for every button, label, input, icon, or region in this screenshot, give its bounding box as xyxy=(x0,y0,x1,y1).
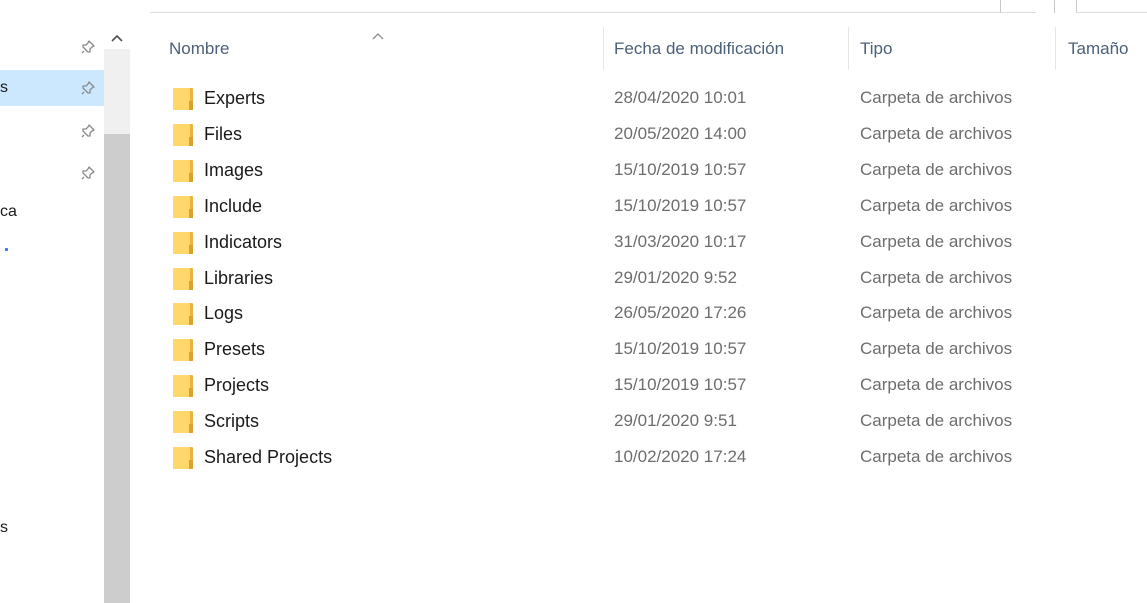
scrollbar-thumb[interactable] xyxy=(104,134,130,603)
file-date: 28/04/2020 10:01 xyxy=(614,88,747,107)
column-header-type[interactable]: Tipo xyxy=(860,37,892,61)
file-row[interactable]: Files 20/05/2020 14:00 Carpeta de archivos xyxy=(150,116,1147,152)
folder-icon xyxy=(172,336,194,362)
column-divider[interactable] xyxy=(603,27,604,70)
pin-icon[interactable] xyxy=(80,165,96,181)
nav-item[interactable]: s xyxy=(0,512,104,548)
file-name: Scripts xyxy=(204,411,260,431)
file-row[interactable]: Scripts 29/01/2020 9:51 Carpeta de archivo… xyxy=(150,403,1147,439)
file-type: Carpeta de archivos xyxy=(860,447,1013,466)
file-date: 29/01/2020 9:52 xyxy=(614,268,737,287)
nav-item-label: s xyxy=(0,79,8,96)
file-row[interactable]: Experts 28/04/2020 10:01 Carpeta de archiv… xyxy=(150,80,1147,116)
toolbar-bottom-border xyxy=(150,12,1036,13)
file-explorer-window: s ca s Nombre Fecha de modificación Tipo… xyxy=(0,0,1147,603)
nav-item-marker xyxy=(5,248,8,251)
file-date: 15/10/2019 10:57 xyxy=(614,375,747,394)
sort-ascending-icon xyxy=(372,27,384,45)
file-type: Carpeta de archivos xyxy=(860,88,1013,107)
file-row[interactable]: Projects 15/10/2019 10:57 Carpeta de archi… xyxy=(150,367,1147,403)
file-name: Shared Projects xyxy=(204,447,333,467)
nav-item-label: ca xyxy=(0,203,17,220)
toolbar-divider xyxy=(1054,0,1055,13)
file-row[interactable]: Images 15/10/2019 10:57 Carpeta de archivo… xyxy=(150,152,1147,188)
file-name: Libraries xyxy=(204,268,274,288)
file-date: 15/10/2019 10:57 xyxy=(614,160,747,179)
file-date: 10/02/2020 17:24 xyxy=(614,447,747,466)
chevron-up-icon[interactable] xyxy=(104,27,130,49)
file-date: 20/05/2020 14:00 xyxy=(614,124,747,143)
nav-item-label: s xyxy=(0,519,8,536)
file-row[interactable]: Logs 26/05/2020 17:26 Carpeta de archivos xyxy=(150,295,1147,331)
file-name: Projects xyxy=(204,375,270,395)
folder-icon xyxy=(172,372,194,398)
pin-icon[interactable] xyxy=(80,39,96,55)
file-name: Include xyxy=(204,196,263,216)
file-type: Carpeta de archivos xyxy=(860,375,1013,394)
file-date: 26/05/2020 17:26 xyxy=(614,303,747,322)
file-row[interactable]: Libraries 29/01/2020 9:52 Carpeta de archi… xyxy=(150,260,1147,296)
folder-icon xyxy=(172,121,194,147)
nav-item[interactable]: ca xyxy=(0,196,104,232)
file-date: 15/10/2019 10:57 xyxy=(614,196,747,215)
nav-pane-scrollbar[interactable] xyxy=(104,27,130,603)
folder-icon xyxy=(172,444,194,470)
file-type: Carpeta de archivos xyxy=(860,268,1013,287)
folder-icon xyxy=(172,265,194,291)
column-divider[interactable] xyxy=(848,27,849,70)
file-row[interactable]: Shared Projects 10/02/2020 17:24 Carpeta d… xyxy=(150,439,1147,475)
quick-access-item[interactable] xyxy=(0,27,104,63)
scrollbar-track[interactable] xyxy=(104,49,130,134)
navigation-pane: s ca s xyxy=(0,0,104,603)
file-name: Presets xyxy=(204,339,266,359)
file-name: Files xyxy=(204,124,243,144)
column-divider[interactable] xyxy=(1055,27,1056,70)
column-header-size[interactable]: Tamaño xyxy=(1068,37,1128,61)
column-header-name[interactable]: Nombre xyxy=(169,37,229,61)
quick-access-item[interactable] xyxy=(0,113,104,149)
file-name: Experts xyxy=(204,88,266,108)
file-type: Carpeta de archivos xyxy=(860,411,1013,430)
folder-icon xyxy=(172,408,194,434)
quick-access-item[interactable] xyxy=(0,155,104,191)
file-date: 15/10/2019 10:57 xyxy=(614,339,747,358)
quick-access-item-selected[interactable]: s xyxy=(0,70,104,106)
file-date: 29/01/2020 9:51 xyxy=(614,411,737,430)
file-row[interactable]: Presets 15/10/2019 10:57 Carpeta de archiv… xyxy=(150,331,1147,367)
file-name: Images xyxy=(204,160,264,180)
file-type: Carpeta de archivos xyxy=(860,303,1013,322)
toolbar-divider xyxy=(1000,0,1001,13)
file-row[interactable]: Indicators 31/03/2020 10:17 Carpeta de arc… xyxy=(150,224,1147,260)
file-type: Carpeta de archivos xyxy=(860,124,1013,143)
pin-icon[interactable] xyxy=(80,80,96,96)
file-name: Logs xyxy=(204,303,244,323)
folder-icon xyxy=(172,157,194,183)
folder-icon xyxy=(172,300,194,326)
file-type: Carpeta de archivos xyxy=(860,232,1013,251)
folder-icon xyxy=(172,229,194,255)
pin-icon[interactable] xyxy=(80,123,96,139)
file-type: Carpeta de archivos xyxy=(860,339,1013,358)
folder-icon xyxy=(172,85,194,111)
file-name: Indicators xyxy=(204,232,283,252)
column-header-date[interactable]: Fecha de modificación xyxy=(614,37,784,61)
file-row[interactable]: Include 15/10/2019 10:57 Carpeta de archiv… xyxy=(150,188,1147,224)
file-type: Carpeta de archivos xyxy=(860,160,1013,179)
search-box-border xyxy=(1076,12,1147,13)
folder-icon xyxy=(172,193,194,219)
file-date: 31/03/2020 10:17 xyxy=(614,232,747,251)
file-type: Carpeta de archivos xyxy=(860,196,1013,215)
